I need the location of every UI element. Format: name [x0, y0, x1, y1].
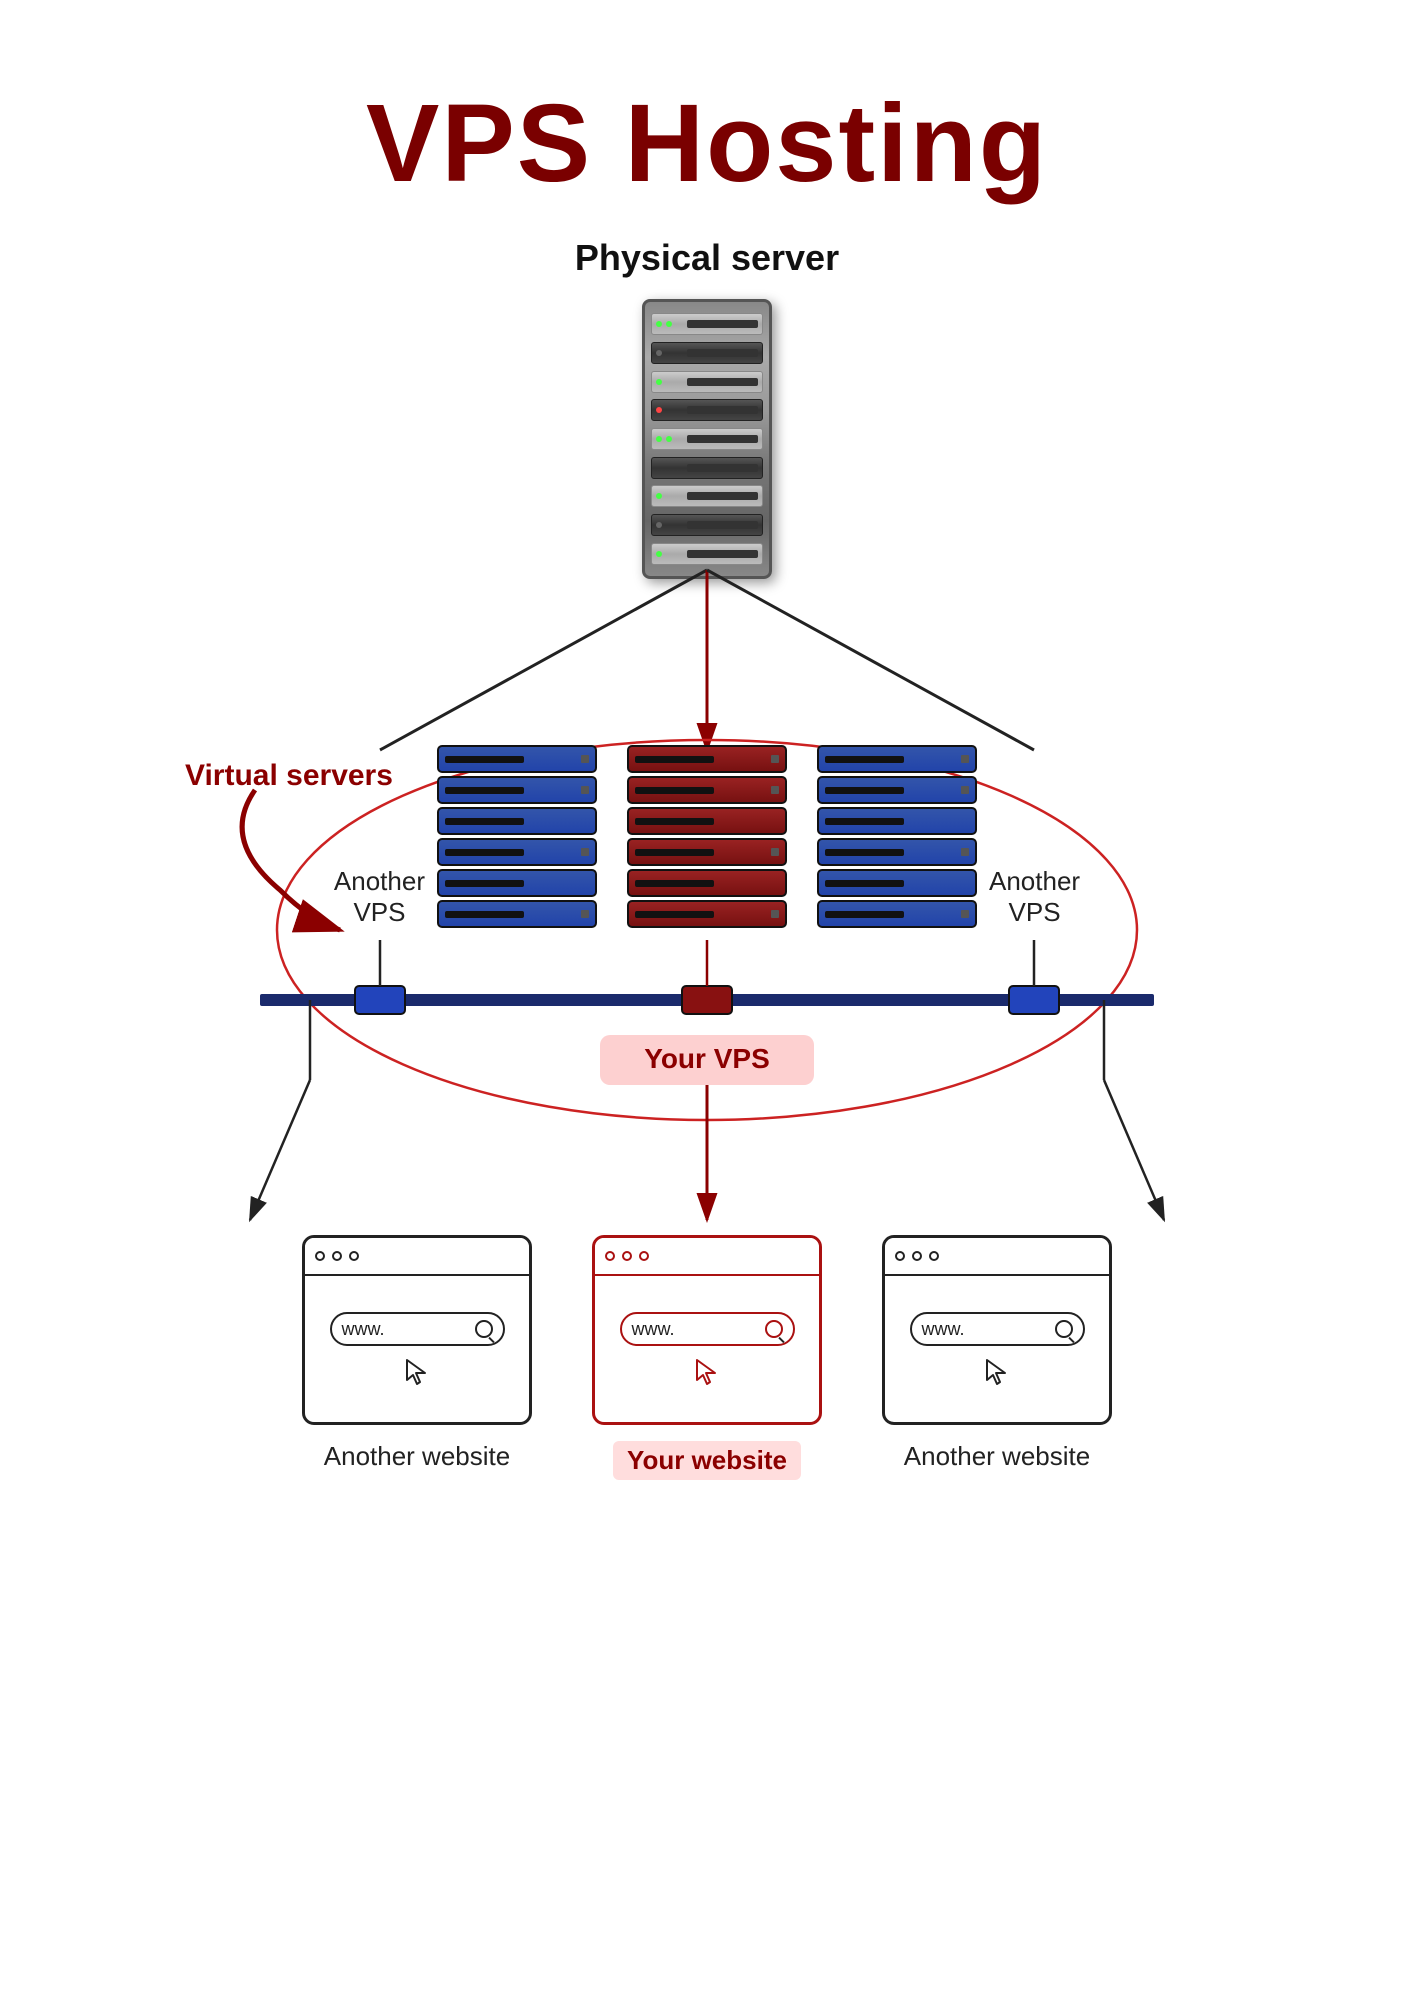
right-browser-window: www.	[882, 1235, 1112, 1425]
center-dot-1	[605, 1251, 615, 1261]
left-website-label: Another website	[324, 1441, 510, 1472]
vps-unit-b5	[437, 869, 597, 897]
physical-server-rack	[0, 299, 1414, 579]
vps-unit-rb3	[817, 807, 977, 835]
right-another-vps-label: AnotherVPS	[989, 866, 1080, 928]
right-address-bar: www.	[910, 1312, 1085, 1346]
page-title: VPS Hosting	[0, 0, 1414, 207]
vps-unit-b1	[437, 745, 597, 773]
rack-dot-7	[656, 493, 662, 499]
rack-unit-7	[651, 485, 763, 507]
center-address-bar: www.	[620, 1312, 795, 1346]
vps-unit-rb1	[817, 745, 977, 773]
center-search-icon	[765, 1320, 783, 1338]
center-browser-titlebar	[595, 1238, 819, 1276]
vps-unit-rb5	[817, 869, 977, 897]
center-cursor-icon	[693, 1358, 721, 1386]
vps-unit-rb2	[817, 776, 977, 804]
right-cursor-icon	[983, 1358, 1011, 1386]
right-website-label: Another website	[904, 1441, 1090, 1472]
vps-unit-b4	[437, 838, 597, 866]
right-browser-titlebar	[885, 1238, 1109, 1276]
rack-slot-4	[687, 406, 758, 414]
right-search-icon	[1055, 1320, 1073, 1338]
right-browser-item: www. Another website	[882, 1235, 1112, 1472]
rack-slot-1	[687, 320, 758, 328]
your-website-label: Your website	[613, 1441, 801, 1480]
left-another-vps-label: AnotherVPS	[334, 866, 425, 928]
rack-unit-6	[651, 457, 763, 479]
vps-unit-b3	[437, 807, 597, 835]
left-browser-content: www.	[305, 1276, 529, 1422]
vps-unit-r2	[627, 776, 787, 804]
vps-unit-r6	[627, 900, 787, 928]
center-www-text: www.	[632, 1319, 757, 1340]
rack-unit-4	[651, 399, 763, 421]
rack-slot-5	[687, 435, 758, 443]
right-dot-3	[929, 1251, 939, 1261]
left-blue-stack	[437, 745, 597, 928]
right-browser-content: www.	[885, 1276, 1109, 1422]
rack-slot-7	[687, 492, 758, 500]
vps-unit-rb6	[817, 900, 977, 928]
physical-server-label: Physical server	[0, 237, 1414, 279]
rack-dot-green-2	[666, 321, 672, 327]
rack-dot-green	[656, 321, 662, 327]
rack-slot-9	[687, 550, 758, 558]
left-search-icon	[475, 1320, 493, 1338]
page-container: VPS Hosting Physical server	[0, 0, 1414, 2000]
center-browser-window: www.	[592, 1235, 822, 1425]
vps-unit-r3	[627, 807, 787, 835]
right-vps-group: AnotherVPS	[817, 745, 1080, 928]
browsers-row: www. Another website	[207, 1235, 1207, 1480]
rack-slot-3	[687, 378, 758, 386]
rack-unit-3	[651, 371, 763, 393]
center-dot-2	[622, 1251, 632, 1261]
rack-dot-8	[656, 522, 662, 528]
vps-unit-r1	[627, 745, 787, 773]
rack-dot-3	[656, 379, 662, 385]
rack-unit-9	[651, 543, 763, 565]
left-dot-1	[315, 1251, 325, 1261]
vps-unit-rb4	[817, 838, 977, 866]
rack-dot-red	[656, 407, 662, 413]
left-dot-2	[332, 1251, 342, 1261]
rack-dot-5	[656, 436, 662, 442]
center-browser-content: www.	[595, 1276, 819, 1422]
left-www-text: www.	[342, 1319, 467, 1340]
left-cursor-icon	[403, 1358, 431, 1386]
rack-unit-2	[651, 342, 763, 364]
virtual-servers-row: AnotherVPS	[257, 745, 1157, 928]
vps-unit-r4	[627, 838, 787, 866]
left-browser-window: www.	[302, 1235, 532, 1425]
vps-unit-b2	[437, 776, 597, 804]
vps-unit-b6	[437, 900, 597, 928]
left-dot-3	[349, 1251, 359, 1261]
server-rack-unit	[642, 299, 772, 579]
rack-unit-5	[651, 428, 763, 450]
right-dot-1	[895, 1251, 905, 1261]
rack-unit-8	[651, 514, 763, 536]
center-red-stack	[627, 745, 787, 928]
rack-slot-6	[687, 464, 758, 472]
right-dot-2	[912, 1251, 922, 1261]
center-browser-item: www. Your website	[592, 1235, 822, 1480]
right-blue-stack	[817, 745, 977, 928]
rack-slot-8	[687, 521, 758, 529]
vps-unit-r5	[627, 869, 787, 897]
svg-text:Your VPS: Your VPS	[644, 1043, 770, 1074]
left-browser-item: www. Another website	[302, 1235, 532, 1472]
rack-slot-2	[687, 349, 758, 357]
rack-dot-6	[666, 436, 672, 442]
rack-dot-2	[656, 350, 662, 356]
left-vps-group: AnotherVPS	[334, 745, 597, 928]
rack-unit-1	[651, 313, 763, 335]
rack-dot-9	[656, 551, 662, 557]
left-address-bar: www.	[330, 1312, 505, 1346]
left-browser-titlebar	[305, 1238, 529, 1276]
right-www-text: www.	[922, 1319, 1047, 1340]
center-dot-3	[639, 1251, 649, 1261]
